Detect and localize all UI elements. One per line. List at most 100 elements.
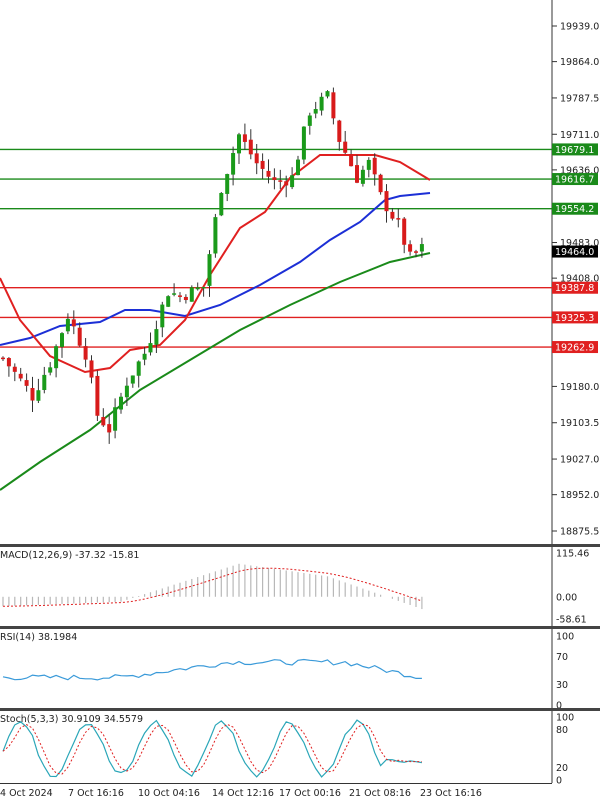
level-tag-label: 19325.3: [555, 313, 594, 324]
level-tag-label: 19679.1: [555, 145, 594, 156]
level-tag-label: 19262.9: [555, 343, 594, 354]
candle-down: [178, 295, 182, 297]
candle-up: [325, 91, 330, 97]
macd-tick-label: -58.61: [556, 615, 587, 626]
candle-down: [24, 380, 29, 386]
candle-up: [307, 115, 312, 126]
candle-down: [18, 373, 23, 379]
rsi-path: [2, 658, 422, 681]
price-pane: 19939.019864.019787.519711.019636.019483…: [0, 0, 599, 545]
candle-up: [219, 192, 224, 216]
price-tick-label: 19027.0: [560, 455, 599, 466]
candle-down: [331, 92, 336, 119]
time-label: 21 Oct 08:16: [349, 788, 411, 798]
candle-up: [130, 375, 135, 384]
candle-up: [301, 126, 306, 160]
candle-down: [101, 417, 106, 426]
price-axis: 19939.019864.019787.519711.019636.019483…: [552, 22, 599, 538]
candle-down: [402, 218, 407, 245]
candle-down: [272, 177, 277, 181]
level-tag-label: 19616.7: [555, 175, 594, 186]
candle-down: [396, 218, 401, 220]
time-label: 17 Oct 00:16: [279, 788, 341, 798]
candle-up: [142, 353, 147, 360]
price-tick-label: 18952.0: [560, 490, 599, 501]
moving-averages: [0, 154, 431, 491]
stoch-tick-label: 20: [556, 763, 568, 774]
rsi-label: RSI(14) 38.1984: [0, 632, 77, 643]
candle-down: [30, 387, 35, 401]
current-price-label: 19464.0: [555, 247, 594, 258]
candle-up: [124, 385, 129, 398]
stoch-label: Stoch(5,3,3) 30.9109 34.5579: [0, 714, 143, 725]
time-axis: 4 Oct 2024 7 Oct 16:16 10 Oct 04:16 14 Oct …: [0, 788, 482, 798]
candle-up: [113, 407, 118, 431]
candle-up: [231, 153, 236, 175]
stoch-k-line: [2, 719, 422, 778]
price-tick-label: 18875.5: [560, 527, 599, 538]
candle-up: [160, 304, 165, 328]
macd-tick-label: 115.46: [556, 549, 589, 560]
candle-down: [77, 327, 82, 346]
price-tick-label: 19103.5: [560, 418, 599, 429]
candle-up: [290, 175, 295, 188]
candle-down: [284, 181, 289, 186]
candle-down: [355, 165, 359, 183]
candle-up: [54, 346, 59, 369]
candle-down: [337, 120, 342, 142]
candle-down: [278, 180, 283, 182]
candle-up: [36, 390, 41, 401]
candle-down: [242, 134, 247, 142]
candle-down: [266, 170, 271, 177]
candle-down: [6, 358, 11, 367]
rsi-axis: 10070300: [556, 632, 574, 712]
candle-up: [195, 287, 200, 290]
ma-slow-line: [0, 252, 431, 491]
level-tag-label: 19554.2: [555, 204, 594, 215]
candle-up: [172, 293, 177, 295]
candle-down: [89, 360, 94, 378]
rsi-tick-label: 100: [556, 632, 574, 643]
candle-down: [378, 174, 383, 193]
time-label: 14 Oct 12:16: [212, 788, 274, 798]
stoch-axis: 10080 20 0: [556, 713, 574, 787]
level-labels: 19679.1 19616.7 19554.2 19387.8 19325.3 19262…: [552, 143, 598, 354]
rsi-pane: RSI(14) 38.1984 10070300: [0, 629, 574, 712]
candle-down: [254, 153, 259, 164]
candle-up: [419, 244, 424, 252]
candle-up: [201, 287, 206, 289]
ma-fast-line: [0, 154, 431, 374]
candles-layer: [1, 87, 424, 444]
level-tag-label: 19387.8: [555, 283, 594, 294]
candle-down: [372, 157, 377, 175]
candle-up: [48, 367, 53, 373]
candle-up: [366, 159, 371, 170]
stoch-tick-label: 80: [556, 725, 568, 736]
candle-down: [83, 346, 88, 360]
candle-down: [107, 424, 112, 433]
macd-tick-label: 0.00: [556, 592, 577, 603]
price-tick-label: 19939.0: [560, 22, 599, 33]
candle-up: [136, 361, 141, 376]
candle-up: [225, 174, 230, 194]
macd-label: MACD(12,26,9) -37.32 -15.81: [0, 550, 139, 561]
macd-signal: [2, 567, 423, 607]
candle-up: [319, 96, 324, 111]
candle-down: [343, 141, 348, 153]
rsi-tick-label: 70: [556, 652, 568, 663]
candle-down: [95, 375, 100, 416]
candle-up: [60, 333, 64, 347]
candle-up: [207, 254, 212, 286]
candle-down: [390, 211, 395, 219]
candle-up: [237, 134, 241, 154]
rsi-line: [2, 658, 422, 681]
price-tick-label: 19180.0: [560, 382, 599, 393]
candle-up: [296, 159, 300, 176]
candle-up: [148, 343, 153, 353]
time-label: 10 Oct 04:16: [138, 788, 200, 798]
candle-down: [408, 244, 413, 252]
macd-histogram: [2, 563, 423, 610]
price-tick-label: 19864.0: [560, 57, 599, 68]
macd-signal-line: [2, 567, 423, 607]
candle-up: [154, 329, 159, 345]
